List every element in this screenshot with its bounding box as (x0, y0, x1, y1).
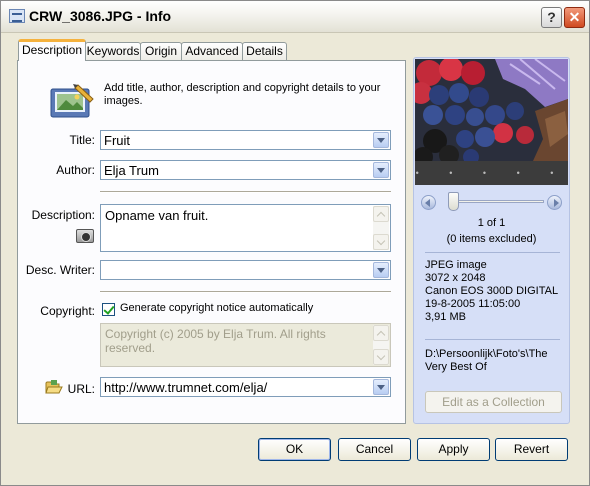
app-icon (9, 9, 25, 23)
cancel-button[interactable]: Cancel (338, 438, 411, 461)
title-label: Title: (69, 133, 95, 147)
divider (100, 191, 391, 193)
url-value: http://www.trumnet.com/elja/ (104, 380, 268, 395)
author-field[interactable]: Elja Trum (100, 160, 391, 180)
chevron-down-icon[interactable] (373, 379, 389, 395)
description-label: Description: (31, 208, 95, 222)
image-dimensions: 3072 x 2048 (425, 272, 486, 284)
help-button[interactable]: ? (541, 7, 562, 28)
scroll-down-icon (373, 349, 389, 365)
author-label: Author: (56, 163, 95, 177)
description-field[interactable]: Opname van fruit. (100, 204, 391, 252)
image-slider-thumb[interactable] (448, 192, 459, 211)
camera-model: Canon EOS 300D DIGITAL (425, 285, 559, 297)
tab-keywords[interactable]: Keywords (85, 42, 141, 61)
tab-advanced[interactable]: Advanced (181, 42, 243, 61)
window-title: CRW_3086.JPG - Info (29, 8, 172, 24)
url-label: URL: (67, 382, 95, 396)
next-image-icon[interactable] (547, 195, 562, 210)
copyright-auto-checkbox[interactable] (102, 303, 115, 316)
tab-details[interactable]: Details (242, 42, 287, 61)
chevron-down-icon[interactable] (373, 162, 389, 178)
photo-preview (415, 59, 568, 161)
divider (425, 252, 560, 253)
divider (425, 339, 560, 340)
apply-button[interactable]: Apply (417, 438, 490, 461)
date-taken: 19-8-2005 11:05:00 (425, 298, 521, 310)
author-value: Elja Trum (104, 163, 159, 178)
desc-writer-label: Desc. Writer: (25, 263, 95, 277)
page-dots: • • • • • (415, 161, 568, 185)
description-panel: Add title, author, description and copyr… (17, 60, 406, 424)
divider (100, 291, 391, 293)
tab-description[interactable]: Description (18, 39, 86, 61)
copyright-field: Copyright (c) 2005 by Elja Trum. All rig… (100, 323, 391, 367)
title-field[interactable]: Fruit (100, 130, 391, 150)
intro-text: Add title, author, description and copyr… (104, 82, 381, 107)
scroll-up-icon[interactable] (373, 206, 389, 222)
description-value: Opname van fruit. (105, 208, 209, 223)
copyright-value: Copyright (c) 2005 by Elja Trum. All rig… (105, 327, 326, 355)
tab-origin[interactable]: Origin (140, 42, 182, 61)
desc-writer-field[interactable] (100, 260, 391, 280)
copyright-scrollbar (373, 325, 389, 365)
ok-button[interactable]: OK (258, 438, 331, 461)
file-size: 3,91 MB (425, 311, 466, 323)
edit-info-icon (50, 84, 94, 118)
preview-panel: • • • • • 1 of 1 (0 items excluded) JPEG… (413, 57, 570, 424)
description-scrollbar[interactable] (373, 206, 389, 250)
item-counter: 1 of 1 (477, 217, 506, 229)
previous-image-icon[interactable] (421, 195, 436, 210)
revert-button[interactable]: Revert (495, 438, 568, 461)
copyright-auto-label[interactable]: Generate copyright notice automatically (120, 302, 313, 314)
chevron-down-icon[interactable] (373, 132, 389, 148)
camera-icon[interactable] (76, 229, 94, 243)
close-button[interactable]: ✕ (564, 7, 585, 28)
chevron-down-icon[interactable] (373, 262, 389, 278)
title-value: Fruit (104, 133, 130, 148)
scroll-up-icon (373, 325, 389, 341)
scroll-down-icon[interactable] (373, 234, 389, 250)
excluded-count: (0 items excluded) (446, 233, 537, 245)
url-field[interactable]: http://www.trumnet.com/elja/ (100, 377, 391, 397)
info-dialog: CRW_3086.JPG - Info ? ✕ Description Keyw… (0, 0, 590, 486)
image-slider-track[interactable] (450, 200, 544, 203)
title-bar[interactable]: CRW_3086.JPG - Info ? ✕ (1, 1, 589, 33)
copyright-label: Copyright: (40, 304, 95, 318)
edit-as-collection-button[interactable]: Edit as a Collection (425, 391, 562, 413)
image-info: JPEG image 3072 x 2048 Canon EOS 300D DI… (425, 259, 558, 324)
file-type: JPEG image (425, 259, 487, 271)
folder-path: D:\Persoonlijk\Foto's\The Very Best Of (425, 348, 548, 373)
